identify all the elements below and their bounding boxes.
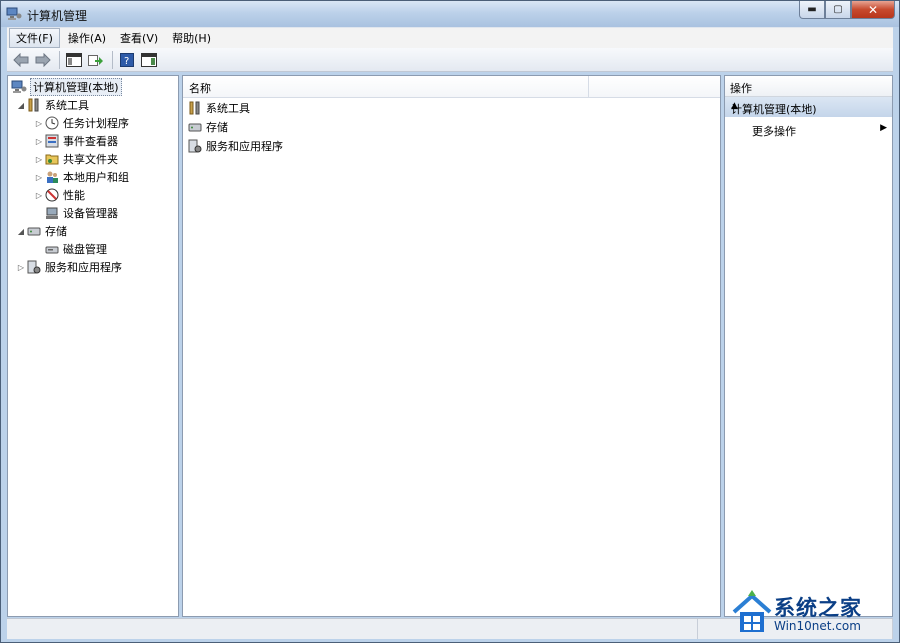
watermark-brand: 系统之家 bbox=[774, 596, 862, 620]
actions-header: 操作 bbox=[725, 76, 892, 97]
collapse-arrow-icon[interactable]: ◢ bbox=[16, 227, 26, 236]
tree-item-storage[interactable]: ◢ 存储 bbox=[16, 222, 67, 240]
menu-file[interactable]: 文件(F) bbox=[9, 28, 60, 48]
toolbar: ? bbox=[7, 48, 893, 72]
device-manager-icon bbox=[44, 205, 60, 221]
tree-item-event-viewer[interactable]: ▷ 事件查看器 bbox=[34, 132, 118, 150]
column-divider[interactable] bbox=[588, 76, 589, 97]
storage-icon bbox=[26, 223, 42, 239]
tree-label: 存储 bbox=[45, 225, 67, 238]
tree-label: 系统工具 bbox=[45, 99, 89, 112]
action-pane-icon bbox=[141, 52, 157, 67]
close-icon: ✕ bbox=[867, 2, 879, 17]
results-list-pane: 名称 系统工具 存储 服务和应用程序 bbox=[182, 75, 721, 617]
tree-label: 任务计划程序 bbox=[63, 117, 129, 130]
column-header-name[interactable]: 名称 bbox=[189, 80, 211, 96]
tree-item-shared-folders[interactable]: ▷ 共享文件夹 bbox=[34, 150, 118, 168]
tree-label: 服务和应用程序 bbox=[45, 261, 122, 274]
back-button[interactable] bbox=[11, 51, 31, 69]
watermark-site: Win10net.com bbox=[774, 619, 861, 633]
performance-icon bbox=[44, 187, 60, 203]
forward-arrow-icon bbox=[35, 52, 51, 67]
menu-view[interactable]: 查看(V) bbox=[114, 29, 164, 47]
services-icon bbox=[187, 138, 203, 154]
list-item-system-tools[interactable]: 系统工具 bbox=[187, 99, 250, 117]
back-arrow-icon bbox=[13, 52, 29, 67]
show-hide-tree-button[interactable] bbox=[64, 51, 84, 69]
forward-button[interactable] bbox=[33, 51, 53, 69]
computer-management-icon bbox=[6, 7, 22, 21]
expand-arrow-icon[interactable]: ▷ bbox=[34, 173, 44, 182]
tree-label: 计算机管理(本地) bbox=[30, 78, 122, 96]
list-item-label: 系统工具 bbox=[206, 102, 250, 115]
expand-arrow-icon[interactable]: ▷ bbox=[34, 191, 44, 200]
menu-help[interactable]: 帮助(H) bbox=[166, 29, 217, 47]
tree-item-system-tools[interactable]: ◢ 系统工具 bbox=[16, 96, 89, 114]
tree-label: 本地用户和组 bbox=[63, 171, 129, 184]
computer-management-window: 计算机管理 ▬ ▢ ✕ 文件(F) 操作(A) 查看(V) 帮助(H) ? 计算… bbox=[0, 0, 900, 643]
clock-icon bbox=[44, 115, 60, 131]
console-tree-icon bbox=[66, 52, 82, 67]
tree-label: 磁盘管理 bbox=[63, 243, 107, 256]
minimize-icon: ▬ bbox=[807, 4, 817, 15]
submenu-arrow-icon: ▶ bbox=[880, 123, 887, 133]
actions-title: 操作 bbox=[730, 82, 752, 95]
maximize-icon: ▢ bbox=[833, 4, 843, 15]
list-item-services-applications[interactable]: 服务和应用程序 bbox=[187, 137, 283, 155]
svg-text:?: ? bbox=[124, 56, 129, 67]
more-actions-item[interactable]: 更多操作 ▶ bbox=[725, 119, 892, 139]
menu-action[interactable]: 操作(A) bbox=[62, 29, 112, 47]
minimize-button[interactable]: ▬ bbox=[799, 1, 825, 19]
console-tree-pane: 计算机管理(本地) ◢ 系统工具 ▷ 任务计划程序 ▷ 事件查看器 ▷ 共享文件… bbox=[7, 75, 179, 617]
menu-bar: 文件(F) 操作(A) 查看(V) 帮助(H) bbox=[7, 27, 893, 48]
expand-arrow-icon[interactable]: ▷ bbox=[34, 155, 44, 164]
tree-item-local-users-groups[interactable]: ▷ 本地用户和组 bbox=[34, 168, 129, 186]
title-bar[interactable]: 计算机管理 ▬ ▢ ✕ bbox=[1, 1, 899, 27]
help-icon: ? bbox=[120, 52, 134, 67]
collapse-arrow-icon[interactable]: ◢ bbox=[16, 101, 26, 110]
window-title: 计算机管理 bbox=[27, 9, 88, 23]
computer-management-icon bbox=[11, 79, 27, 95]
site-watermark-logo: 系统之家 Win10net.com bbox=[730, 586, 900, 643]
tree-item-disk-management[interactable]: 磁盘管理 bbox=[44, 240, 107, 258]
tree-item-device-manager[interactable]: 设备管理器 bbox=[44, 204, 118, 222]
maximize-button[interactable]: ▢ bbox=[825, 1, 851, 19]
export-icon bbox=[88, 54, 103, 66]
list-item-storage[interactable]: 存储 bbox=[187, 118, 228, 136]
tree-item-services-applications[interactable]: ▷ 服务和应用程序 bbox=[16, 258, 122, 276]
collapse-up-icon[interactable]: ▲ bbox=[731, 101, 886, 111]
actions-pane: 操作 计算机管理(本地) ▲ 更多操作 ▶ bbox=[724, 75, 893, 617]
more-actions-label: 更多操作 bbox=[752, 125, 796, 138]
list-item-label: 存储 bbox=[206, 121, 228, 134]
expand-arrow-icon[interactable]: ▷ bbox=[34, 119, 44, 128]
shared-folder-icon bbox=[44, 151, 60, 167]
expand-arrow-icon[interactable]: ▷ bbox=[16, 263, 26, 272]
help-button[interactable]: ? bbox=[117, 51, 137, 69]
close-button[interactable]: ✕ bbox=[851, 1, 895, 19]
tools-icon bbox=[26, 97, 42, 113]
services-icon bbox=[26, 259, 42, 275]
tree-item-performance[interactable]: ▷ 性能 bbox=[34, 186, 85, 204]
status-cell-main bbox=[7, 619, 698, 639]
disk-icon bbox=[44, 241, 60, 257]
tree-label: 设备管理器 bbox=[63, 207, 118, 220]
toolbar-separator bbox=[59, 50, 60, 69]
list-header: 名称 bbox=[183, 76, 720, 98]
toolbar-separator bbox=[112, 50, 113, 69]
export-list-button[interactable] bbox=[86, 51, 106, 69]
tree-label: 事件查看器 bbox=[63, 135, 118, 148]
tree-label: 共享文件夹 bbox=[63, 153, 118, 166]
house-logo-icon bbox=[732, 590, 772, 632]
tree-label: 性能 bbox=[63, 189, 85, 202]
storage-icon bbox=[187, 119, 203, 135]
event-viewer-icon bbox=[44, 133, 60, 149]
users-icon bbox=[44, 169, 60, 185]
actions-section-computer-management[interactable]: 计算机管理(本地) ▲ bbox=[725, 97, 892, 117]
show-hide-action-pane-button[interactable] bbox=[139, 51, 159, 69]
expand-arrow-icon[interactable]: ▷ bbox=[34, 137, 44, 146]
tree-item-task-scheduler[interactable]: ▷ 任务计划程序 bbox=[34, 114, 129, 132]
list-item-label: 服务和应用程序 bbox=[206, 140, 283, 153]
tree-item-computer-management[interactable]: 计算机管理(本地) bbox=[11, 78, 122, 96]
tools-icon bbox=[187, 100, 203, 116]
